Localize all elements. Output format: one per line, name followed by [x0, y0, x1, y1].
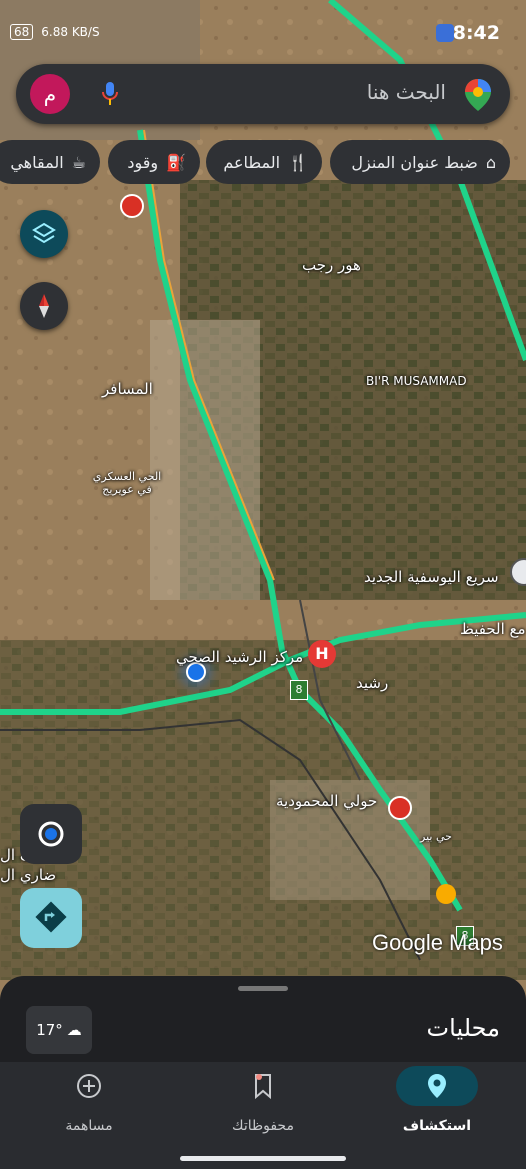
network-speed: 6.88 KB/S	[41, 25, 100, 39]
clock: 8:42	[452, 22, 500, 44]
nav-contribute[interactable]: مساهمة	[24, 1066, 154, 1146]
sheet-title: محليات	[426, 1014, 500, 1042]
layers-button[interactable]	[20, 210, 68, 258]
google-maps-pin-icon	[465, 79, 491, 111]
coffee-icon: ☕	[71, 152, 86, 172]
map-label-yusufiya: سريع اليوسفية الجديد	[364, 568, 499, 586]
notification-badge-icon	[436, 24, 454, 42]
location-pin-icon	[428, 1074, 446, 1098]
compass-button[interactable]	[20, 282, 68, 330]
search-bar[interactable]: م البحث هنا	[16, 64, 510, 124]
layers-icon	[32, 222, 56, 244]
directions-button[interactable]	[20, 888, 82, 948]
route-shield: 8	[290, 680, 308, 700]
map-label-left-cut-2: ضاري ال	[0, 866, 57, 884]
battery-chip: 68	[10, 24, 34, 40]
hospital-marker-icon[interactable]: H	[308, 640, 336, 668]
bottom-nav: مساهمة محفوظاتك استكشاف	[0, 1062, 526, 1169]
mic-icon[interactable]	[100, 80, 120, 108]
gesture-bar[interactable]	[180, 1156, 346, 1161]
compass-icon	[39, 294, 49, 318]
no-entry-icon[interactable]	[388, 796, 412, 820]
map-label-almusafer: المسافر	[102, 380, 153, 398]
notification-dot	[256, 1074, 262, 1080]
directions-icon	[35, 901, 67, 933]
roadwork-icon[interactable]	[436, 884, 456, 904]
nav-label: استكشاف	[402, 1118, 472, 1134]
nav-saved[interactable]: محفوظاتك	[198, 1066, 328, 1146]
map-label-health-center[interactable]: مركز الرشيد الصحي	[176, 648, 303, 666]
cloud-icon: ☁	[66, 1021, 82, 1039]
bookmark-icon	[255, 1074, 271, 1100]
google-maps-watermark: Google Maps	[372, 930, 503, 955]
chip-fuel[interactable]: ⛽ وقود	[108, 140, 200, 184]
avatar[interactable]: م	[30, 74, 70, 114]
status-bar: 68 6.88 KB/S 8:42	[0, 14, 526, 54]
map-label-bir-musammad: BI'R MUSAMMAD	[366, 374, 467, 388]
no-entry-icon[interactable]	[120, 194, 144, 218]
chip-restaurants[interactable]: 🍴 المطاعم	[206, 140, 322, 184]
map-label-military: الحي العسكري في عويريج	[92, 470, 162, 496]
nav-label: مساهمة	[65, 1118, 113, 1134]
status-icons: 68 6.88 KB/S	[10, 24, 100, 40]
fuel-icon: ⛽	[166, 152, 186, 172]
map-label-hor-rajab: هور رجب	[302, 256, 361, 274]
category-chips: ⌂ ضبط عنوان المنزل 🍴 المطاعم ⛽ وقود ☕ ال…	[0, 140, 526, 186]
chip-home[interactable]: ⌂ ضبط عنوان المنزل	[330, 140, 510, 184]
my-location-icon	[38, 821, 64, 847]
restaurant-icon: 🍴	[288, 152, 308, 172]
map-label-hafeedh: مع الحفيظ	[460, 620, 526, 638]
search-input[interactable]: البحث هنا	[367, 80, 446, 104]
weather-temp: 17°	[36, 1021, 63, 1039]
weather-chip[interactable]: 17° ☁	[26, 1006, 92, 1054]
chip-cafes[interactable]: ☕ المقاهي	[0, 140, 100, 184]
sheet-handle[interactable]	[238, 986, 288, 991]
my-location-button[interactable]	[20, 804, 82, 864]
home-icon: ⌂	[485, 152, 496, 172]
map-label-mahmoudiya: حولي المحمودية	[276, 792, 378, 810]
map-label-rasheed: رشيد	[356, 674, 389, 692]
add-circle-icon	[77, 1074, 101, 1098]
map-label-hay-ber: حي بير	[420, 830, 452, 843]
nav-explore[interactable]: استكشاف	[372, 1066, 502, 1146]
nav-label: محفوظاتك	[232, 1118, 294, 1134]
